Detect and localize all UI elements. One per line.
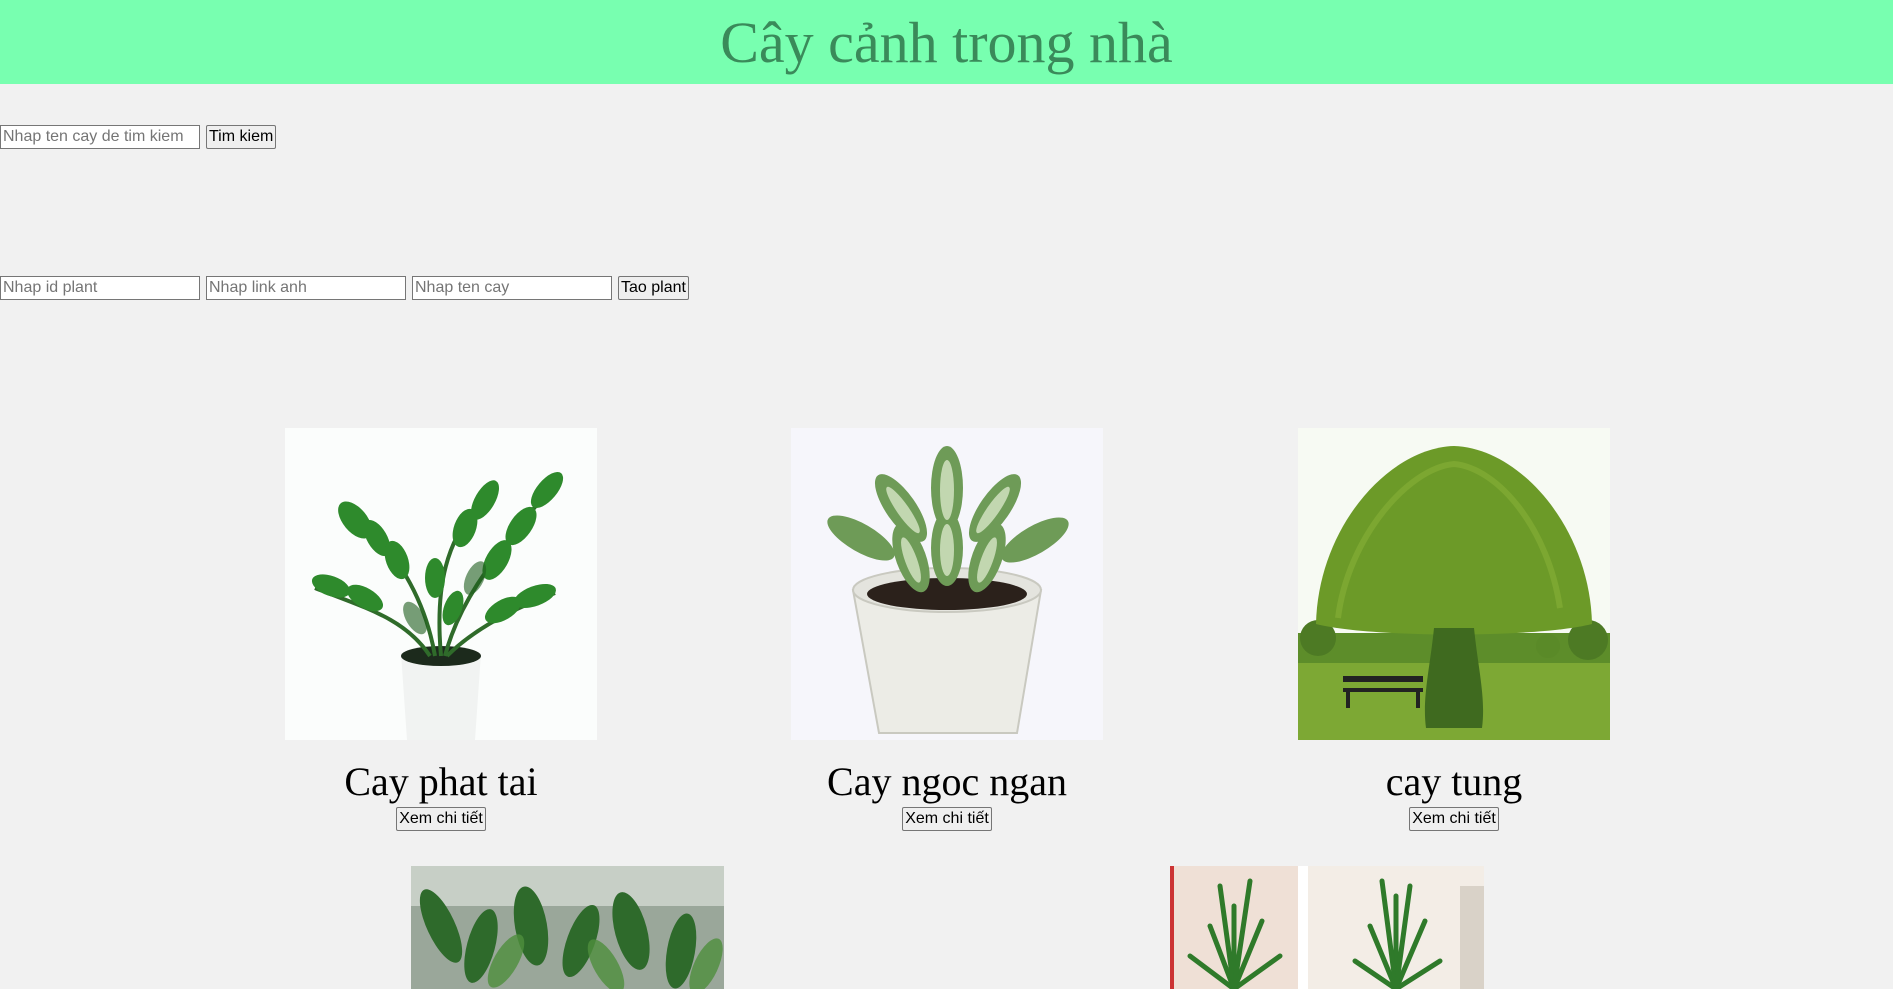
search-input[interactable]	[0, 125, 200, 149]
plant-image	[791, 428, 1103, 740]
search-form: Tim kiem	[0, 125, 277, 149]
plant-image	[285, 428, 597, 740]
plant-image-partial	[411, 866, 724, 989]
page-header: Cây cảnh trong nhà	[0, 0, 1893, 84]
plant-name: Cay ngoc ngan	[827, 759, 1067, 804]
greenhouse-plants-image	[411, 866, 724, 989]
image-link-input[interactable]	[206, 276, 406, 300]
search-button[interactable]: Tim kiem	[206, 125, 277, 149]
dracaena-pair-image	[1170, 866, 1484, 989]
create-plant-form: Tao plant	[0, 276, 689, 300]
plant-name-input[interactable]	[412, 276, 612, 300]
plant-image	[1298, 428, 1610, 740]
view-details-button[interactable]: Xem chi tiết	[1409, 807, 1499, 831]
plant-id-input[interactable]	[0, 276, 200, 300]
plant-name: cay tung	[1385, 759, 1523, 804]
plant-card: Cay phat tai Xem chi tiết	[285, 428, 597, 831]
plant-name: Cay phat tai	[344, 759, 538, 804]
plant-card: Cay ngoc ngan Xem chi tiết	[791, 428, 1103, 831]
view-details-button[interactable]: Xem chi tiết	[902, 807, 992, 831]
create-plant-button[interactable]: Tao plant	[618, 276, 689, 300]
plant-card: cay tung Xem chi tiết	[1298, 428, 1610, 831]
plant-image-partial	[1170, 866, 1484, 989]
page-title: Cây cảnh trong nhà	[720, 9, 1173, 75]
view-details-button[interactable]: Xem chi tiết	[396, 807, 486, 831]
